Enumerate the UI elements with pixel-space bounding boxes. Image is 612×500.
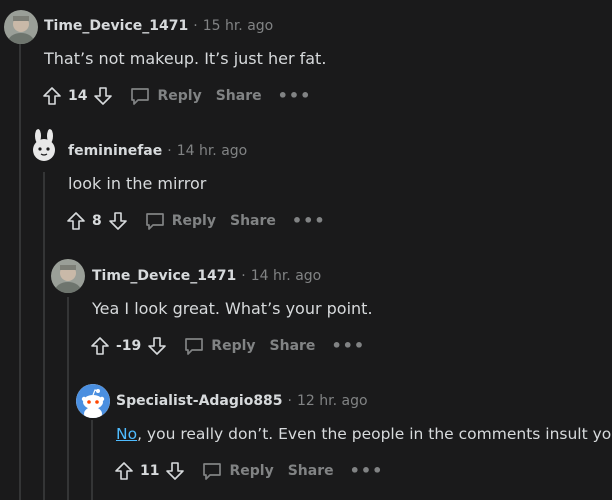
separator: ·	[193, 18, 198, 34]
separator: ·	[167, 143, 172, 159]
user-avatar[interactable]	[51, 259, 85, 293]
comment-meta: Specialist-Adagio885 · 12 hr. ago	[116, 393, 368, 409]
comment-text: , you really don’t. Even the people in t…	[137, 425, 612, 443]
reply-button[interactable]: Reply	[144, 210, 216, 232]
user-avatar[interactable]	[27, 128, 61, 162]
upvote-icon	[67, 212, 85, 230]
comment-bubble-icon	[131, 88, 150, 105]
more-options-button[interactable]: •••	[350, 463, 384, 479]
timestamp[interactable]: 12 hr. ago	[297, 393, 368, 409]
comment-body: That’s not makeup. It’s just her fat.	[44, 49, 327, 68]
separator: ·	[287, 393, 292, 409]
share-button[interactable]: Share	[288, 463, 334, 479]
comment-actions: 14 Reply Share •••	[40, 82, 311, 110]
timestamp[interactable]: 15 hr. ago	[203, 18, 274, 34]
upvote-button[interactable]	[64, 209, 88, 233]
more-options-button[interactable]: •••	[292, 213, 326, 229]
timestamp[interactable]: 14 hr. ago	[251, 268, 322, 284]
upvote-icon	[43, 87, 61, 105]
downvote-button[interactable]	[163, 459, 187, 483]
vote-score: -19	[116, 338, 142, 354]
author-name[interactable]: Time_Device_1471	[92, 268, 236, 284]
vote-score: 11	[140, 463, 160, 479]
downvote-icon	[148, 337, 167, 355]
comment-bubble-icon	[203, 463, 222, 480]
reply-label: Reply	[229, 463, 274, 479]
vote-score: 14	[68, 88, 88, 104]
comment-meta: femininefae · 14 hr. ago	[68, 143, 247, 159]
thread-line[interactable]	[91, 420, 93, 500]
comment-meta: Time_Device_1471 · 14 hr. ago	[92, 268, 321, 284]
comment-body: No, you really don’t. Even the people in…	[116, 425, 612, 443]
downvote-icon	[94, 87, 113, 105]
downvote-button[interactable]	[145, 334, 169, 358]
comment-meta: Time_Device_1471 · 15 hr. ago	[44, 18, 273, 34]
more-options-button[interactable]: •••	[278, 88, 312, 104]
comment-body: Yea I look great. What’s your point.	[92, 299, 373, 318]
downvote-icon	[108, 212, 127, 230]
user-avatar[interactable]	[4, 10, 38, 44]
vote-score: 8	[92, 213, 102, 229]
comment-bubble-icon	[185, 338, 204, 355]
more-options-button[interactable]: •••	[331, 338, 365, 354]
reply-button[interactable]: Reply	[129, 85, 202, 107]
share-button[interactable]: Share	[216, 88, 262, 104]
comment-link[interactable]: No	[116, 425, 137, 443]
user-avatar[interactable]	[76, 384, 110, 418]
comment-actions: -19 Reply Share •••	[88, 332, 365, 360]
comment-bubble-icon	[145, 213, 164, 230]
comment-actions: 11 Reply Share •••	[112, 457, 383, 485]
timestamp[interactable]: 14 hr. ago	[177, 143, 248, 159]
downvote-button[interactable]	[91, 84, 115, 108]
author-name[interactable]: Specialist-Adagio885	[116, 393, 283, 409]
upvote-button[interactable]	[112, 459, 136, 483]
share-button[interactable]: Share	[270, 338, 316, 354]
downvote-icon	[166, 462, 185, 480]
thread-line[interactable]	[19, 44, 21, 500]
downvote-button[interactable]	[106, 209, 130, 233]
upvote-button[interactable]	[88, 334, 112, 358]
comment-body: look in the mirror	[68, 174, 207, 193]
reply-label: Reply	[211, 338, 256, 354]
share-button[interactable]: Share	[230, 213, 276, 229]
author-name[interactable]: Time_Device_1471	[44, 18, 188, 34]
separator: ·	[241, 268, 246, 284]
upvote-icon	[115, 462, 133, 480]
thread-line[interactable]	[43, 172, 45, 500]
upvote-icon	[91, 337, 109, 355]
thread-line[interactable]	[67, 297, 69, 500]
reply-button[interactable]: Reply	[201, 460, 274, 482]
reply-button[interactable]: Reply	[183, 335, 256, 357]
reply-label: Reply	[171, 213, 216, 229]
comment-actions: 8 Reply Share •••	[64, 207, 326, 235]
author-name[interactable]: femininefae	[68, 143, 162, 159]
reply-label: Reply	[157, 88, 202, 104]
upvote-button[interactable]	[40, 84, 64, 108]
